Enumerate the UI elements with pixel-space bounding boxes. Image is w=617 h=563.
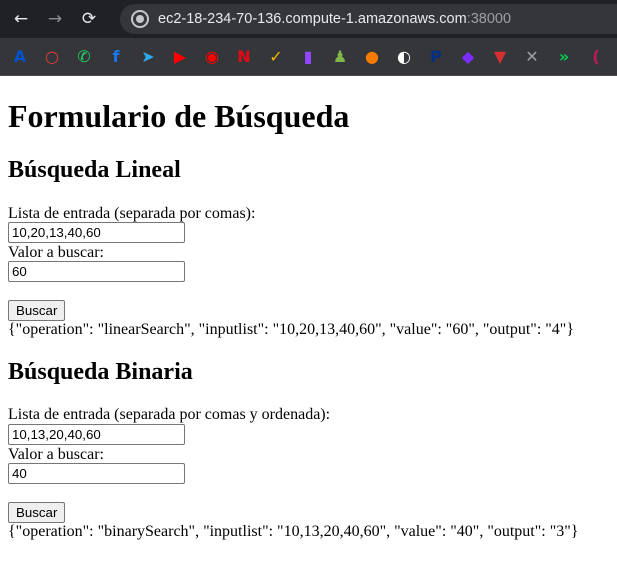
linear-search-heading: Búsqueda Lineal (8, 157, 181, 183)
linear-result-text: {"operation": "linearSearch", "inputlist… (8, 321, 575, 338)
url-host: ec2-18-234-70-136.compute-1.amazonaws.co… (158, 11, 467, 27)
twitch-icon[interactable]: ▮ (299, 47, 317, 66)
partial-app-icon[interactable]: ( (587, 47, 605, 66)
linear-list-input[interactable] (8, 222, 185, 243)
atlassian-icon[interactable]: A (11, 47, 29, 66)
yellow-app-icon[interactable]: ✓ (267, 47, 285, 66)
youtube-music-icon[interactable]: ◉ (203, 47, 221, 66)
shield-icon[interactable]: ▼ (491, 47, 509, 66)
linear-list-label: Lista de entrada (separada por comas): (8, 205, 256, 222)
linear-search-button[interactable]: Buscar (8, 300, 66, 321)
whatsapp-icon[interactable]: ✆ (75, 47, 93, 66)
facebook-icon[interactable]: f (107, 47, 125, 66)
browser-toolbar: ← → ⟳ ec2-18-234-70-136.compute-1.amazon… (0, 0, 617, 38)
chess-icon[interactable]: ♟ (331, 47, 349, 66)
orange-ball-icon[interactable]: ● (363, 47, 381, 66)
bookmarks-bar: A ○ ✆ f ➤ ▶ ◉ N ✓ ▮ ♟ ● ◐ P ◆ ▼ ✕ » ( (0, 38, 617, 76)
youtube-icon[interactable]: ▶ (171, 47, 189, 66)
chevron-app-icon[interactable]: » (555, 47, 573, 66)
globe-icon[interactable]: ◐ (395, 47, 413, 66)
reload-icon[interactable]: ⟳ (76, 6, 102, 32)
address-bar[interactable]: ec2-18-234-70-136.compute-1.amazonaws.co… (120, 4, 617, 34)
binary-list-label: Lista de entrada (separada por comas y o… (8, 406, 331, 423)
page-title: Formulario de Búsqueda (8, 98, 350, 134)
binary-value-input[interactable] (8, 463, 185, 484)
binary-value-label: Valor a buscar: (8, 446, 104, 463)
paypal-icon[interactable]: P (427, 47, 445, 66)
binary-search-heading: Búsqueda Binaria (8, 359, 193, 385)
binary-result-text: {"operation": "binarySearch", "inputlist… (8, 523, 579, 540)
telegram-icon[interactable]: ➤ (139, 47, 157, 66)
url-port: :38000 (466, 11, 512, 27)
linear-value-label: Valor a buscar: (8, 244, 104, 261)
binary-list-input[interactable] (8, 424, 185, 445)
linear-value-input[interactable] (8, 261, 185, 282)
ring-icon[interactable]: ○ (43, 47, 61, 66)
page-content: Formulario de Búsqueda Búsqueda Lineal L… (0, 76, 617, 563)
forward-arrow-icon[interactable]: → (42, 6, 68, 32)
diamond-app-icon[interactable]: ◆ (459, 47, 477, 66)
binary-search-button[interactable]: Buscar (8, 502, 66, 523)
back-arrow-icon[interactable]: ← (8, 6, 34, 32)
tools-icon[interactable]: ✕ (523, 47, 541, 66)
netflix-icon[interactable]: N (235, 47, 253, 66)
site-info-icon[interactable] (131, 10, 149, 28)
